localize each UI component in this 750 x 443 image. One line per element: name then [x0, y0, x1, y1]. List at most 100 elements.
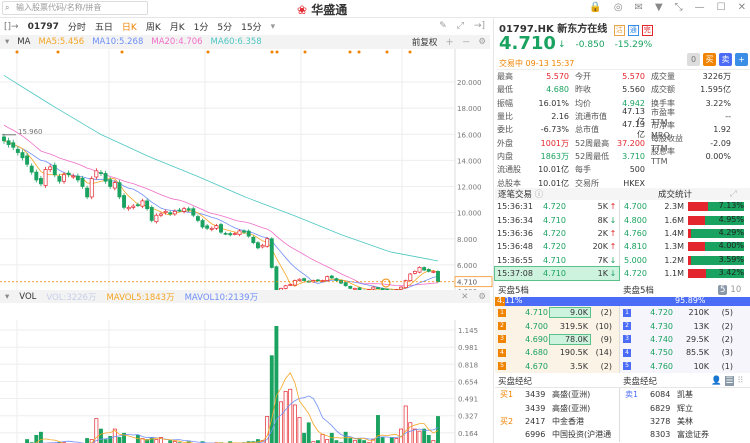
settings-icon[interactable]: ⚙ [478, 292, 486, 302]
candle-body [62, 174, 66, 182]
volume-bar [412, 428, 417, 443]
level-10-toggle[interactable]: 10 [730, 285, 741, 295]
volume-chart[interactable]: 1.1450.9810.8180.6540.4910.3270.1642021-… [0, 303, 494, 443]
bid-level-row[interactable]: 4 4.680 190.5K (14) [495, 346, 619, 359]
period-tab[interactable]: 15分 [241, 20, 261, 33]
deal-volume: 2.3M [664, 202, 684, 212]
candle-body [348, 285, 353, 289]
shirt-icon[interactable]: ▼ [655, 2, 663, 13]
help-icon[interactable]: ⓘ [535, 190, 544, 200]
alert-button[interactable]: 0 [687, 53, 700, 66]
buy-button[interactable]: 买 [703, 53, 716, 66]
settings-icon[interactable]: ⚙ [478, 37, 486, 47]
close-icon[interactable]: ✕ [461, 292, 468, 302]
candle-body [52, 164, 57, 176]
deal-row: 4.720 1.1M 3.42% [620, 267, 750, 280]
tick-volume: 5K [597, 202, 608, 212]
level-volume: 319.5K [559, 321, 588, 331]
period-tab[interactable]: 5分 [217, 20, 232, 33]
collapse-icon[interactable]: []→ [4, 22, 19, 32]
ask-level-row[interactable]: 1 4.720 210K (5) [620, 306, 750, 319]
bid-level-row[interactable]: 3 4.690 78.0K (9) [495, 333, 619, 346]
stat-value: 3.22% [705, 98, 731, 108]
deal-price: 4.800 [624, 215, 647, 225]
headset-icon[interactable]: ◎ [614, 2, 623, 13]
maximize-icon[interactable]: ☐ [717, 2, 726, 13]
close-icon[interactable]: ✕ [738, 2, 746, 13]
ma-title[interactable]: MA [17, 37, 30, 47]
y-tick-label: 18.000 [457, 105, 482, 113]
volume-bar [149, 437, 154, 443]
bid-broker-list[interactable]: 买1 3439 高盛(亚洲) 3439 高盛(亚洲) 买2 2417 中金香港 6996 中国投资… [495, 388, 620, 442]
shrink-icon[interactable]: ⤡ [675, 2, 683, 13]
stat-value: 5.570 [546, 72, 569, 82]
chevron-down-icon[interactable]: ▾ [5, 37, 9, 47]
zoom-out-icon[interactable]: － [462, 36, 471, 48]
candle-body [6, 140, 11, 146]
candle-body [209, 227, 214, 230]
person-icon[interactable]: 👤 [711, 376, 722, 386]
fullscreen-icon[interactable]: ⤢ [457, 21, 464, 31]
list-view-icon[interactable]: ☰ [724, 375, 735, 386]
period-tab[interactable]: 日K [122, 20, 137, 33]
volume-bar [25, 439, 30, 443]
vol-title[interactable]: VOL [19, 292, 36, 302]
period-tab[interactable]: 分时 [68, 20, 86, 33]
candle-body [436, 271, 440, 283]
stat-label: 均价 [575, 98, 591, 108]
volume-bar [302, 432, 307, 443]
pen-icon[interactable]: ✎ [439, 21, 447, 31]
y-tick-label: 10.000 [457, 210, 482, 218]
ask-level-row[interactable]: 2 4.730 13K (2) [620, 319, 750, 332]
mail-icon[interactable]: ✉ [635, 2, 643, 13]
zoom-in-icon[interactable]: ＋ [445, 36, 454, 48]
period-tab[interactable]: 1分 [194, 20, 209, 33]
bid-level-row[interactable]: 2 4.700 319.5K (10) [495, 319, 619, 332]
stat-label: 流通股 [497, 165, 521, 175]
grid-view-icon[interactable]: ⠿ [737, 376, 743, 386]
chevron-down-icon[interactable]: ▾ [5, 292, 9, 302]
candle-body [126, 207, 131, 210]
stats-row: 委比 -6.73% 总市值 47.13亿 市净率MRQ 1.92 [497, 120, 750, 140]
deal-ratio-bar: 3.59% [688, 255, 744, 265]
sell-button[interactable]: 卖 [719, 53, 732, 66]
broker-id: 8303 [650, 430, 671, 440]
ask-level-row[interactable]: 4 4.750 85.5K (3) [620, 346, 750, 359]
period-tab[interactable]: 月K [170, 20, 185, 33]
chevron-down-icon[interactable]: ▾ [271, 22, 276, 32]
candle-body [251, 236, 256, 244]
up-arrow-icon: ↑ [609, 228, 617, 238]
broker-id: 2417 [525, 416, 546, 426]
period-tab[interactable]: 周K [146, 20, 161, 33]
exit-icon[interactable]: →] [474, 21, 485, 31]
lock-icon[interactable]: 🔒 [589, 2, 601, 13]
bid-title: 买盘5档 [498, 286, 529, 296]
candle-body [255, 242, 260, 249]
candle-body [75, 175, 80, 181]
period-tab[interactable]: 五日 [95, 20, 113, 33]
bid-level-row[interactable]: 5 4.670 3.5K (2) [495, 360, 619, 373]
ask-level-row[interactable]: 5 4.760 10K (1) [620, 360, 750, 373]
minimize-icon[interactable]: — [695, 2, 705, 13]
level-5-toggle[interactable]: 5 [718, 285, 728, 295]
ask-level-row[interactable]: 3 4.740 29.5K (2) [620, 333, 750, 346]
candle-body [214, 225, 219, 229]
volume-bar [135, 434, 140, 443]
ask-broker-list[interactable]: 卖1 6084 凯基 6829 辉立 3278 美林 8303 富途证券 [620, 388, 750, 442]
level-number: 3 [623, 335, 631, 344]
adjust-select[interactable]: 前复权 [412, 36, 438, 48]
add-watchlist-button[interactable]: + [735, 53, 748, 66]
bid-level-row[interactable]: 1 4.710 9.0K (2) [495, 306, 619, 319]
level-orders: (9) [600, 334, 612, 344]
deal-ratio-bar: 3.42% [688, 268, 744, 279]
volume-bar [154, 439, 159, 443]
stock-search-input[interactable]: ⌕ 输入股票代码/名称/拼音 [2, 1, 148, 15]
volume-bar [117, 437, 122, 443]
broker-id: 6996 [525, 430, 546, 440]
candle-body [292, 280, 297, 286]
period-tabs: 分时 五日 日K 周K 月K 1分 5分 15分 [68, 20, 262, 33]
ask-broker-title: 卖盘经纪 [623, 376, 658, 387]
event-marker [270, 50, 274, 54]
expand-icon[interactable]: ⤢ [730, 189, 737, 199]
candlestick-chart[interactable]: 20.000 18.000 16.000 14.000 12.000 10.000 8.00… [0, 49, 494, 290]
